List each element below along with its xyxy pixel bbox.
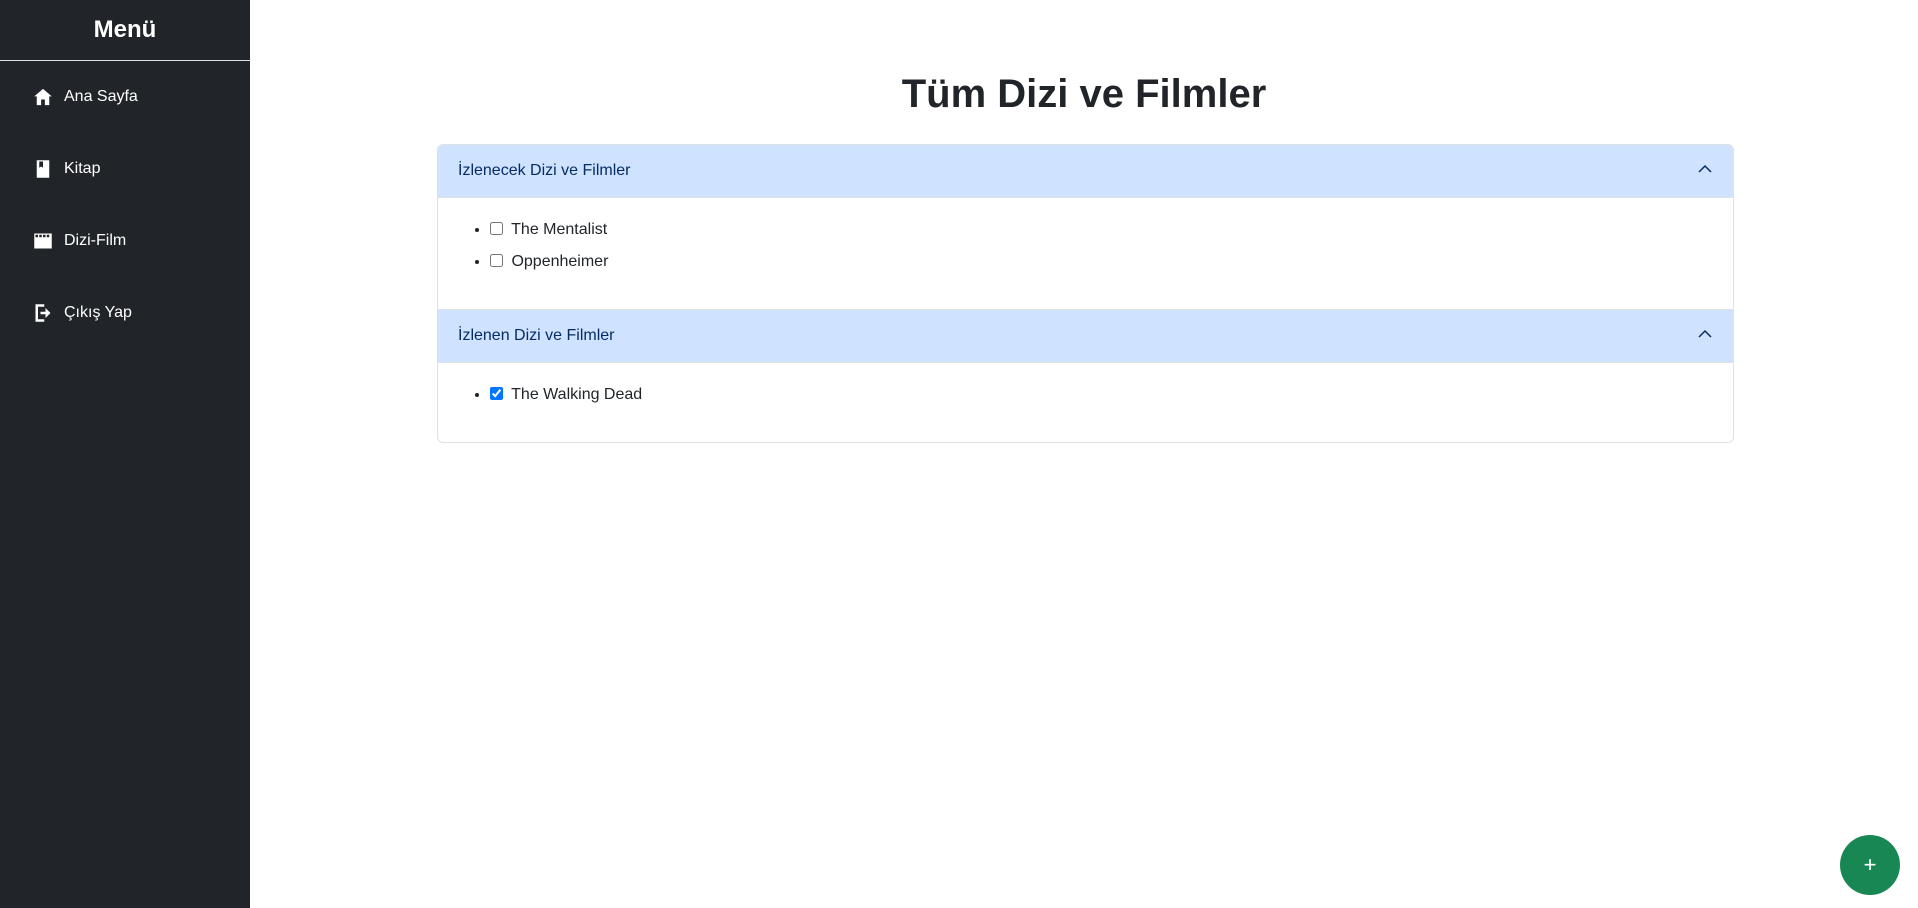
page-title: Tüm Dizi ve Filmler [901, 72, 1267, 116]
sidebar-title: Menü [0, 0, 250, 61]
sidebar-item-dizi-film[interactable]: Dizi-Film [0, 205, 250, 277]
main-content: Tüm Dizi ve Filmler İzlenecek Dizi ve Fi… [250, 0, 1918, 908]
sidebar-item-label: Kitap [64, 160, 101, 177]
item-label: The Mentalist [511, 221, 608, 238]
sidebar-item-cikis-yap[interactable]: Çıkış Yap [0, 277, 250, 349]
sidebar-item-kitap[interactable]: Kitap [0, 133, 250, 205]
item-checkbox[interactable] [490, 387, 503, 400]
item-checkbox[interactable] [490, 222, 503, 235]
accordion-header-to-watch[interactable]: İzlenecek Dizi ve Filmler [438, 145, 1733, 197]
sidebar: Menü Ana Sayfa Kitap Dizi-Film Çıkış Yap [0, 0, 250, 908]
logout-icon [33, 303, 53, 323]
accordion-header-watched[interactable]: İzlenen Dizi ve Filmler [438, 310, 1733, 362]
accordion-header-label: İzlenecek Dizi ve Filmler [458, 162, 631, 179]
sidebar-item-label: Çıkış Yap [64, 304, 132, 321]
list-item: Oppenheimer [490, 246, 1713, 278]
watched-list: The Walking Dead [458, 379, 1713, 411]
chevron-up-icon [1697, 161, 1713, 182]
add-button[interactable]: + [1840, 835, 1900, 895]
accordion: İzlenecek Dizi ve Filmler The Mentalist … [437, 144, 1734, 443]
chevron-up-icon [1697, 326, 1713, 347]
list-item: The Mentalist [490, 214, 1713, 246]
to-watch-list: The Mentalist Oppenheimer [458, 214, 1713, 278]
accordion-body-to-watch: The Mentalist Oppenheimer [438, 197, 1733, 310]
sidebar-item-ana-sayfa[interactable]: Ana Sayfa [0, 61, 250, 133]
house-icon [33, 87, 53, 107]
sidebar-item-label: Ana Sayfa [64, 88, 138, 105]
list-item: The Walking Dead [490, 379, 1713, 411]
accordion-header-label: İzlenen Dizi ve Filmler [458, 327, 615, 344]
nav-list: Ana Sayfa Kitap Dizi-Film Çıkış Yap [0, 61, 250, 349]
film-icon [33, 231, 53, 251]
item-checkbox[interactable] [490, 254, 503, 267]
item-label: Oppenheimer [511, 253, 609, 270]
sidebar-item-label: Dizi-Film [64, 232, 127, 249]
book-icon [33, 159, 53, 179]
accordion-body-watched: The Walking Dead [438, 362, 1733, 442]
item-label: The Walking Dead [511, 386, 643, 403]
